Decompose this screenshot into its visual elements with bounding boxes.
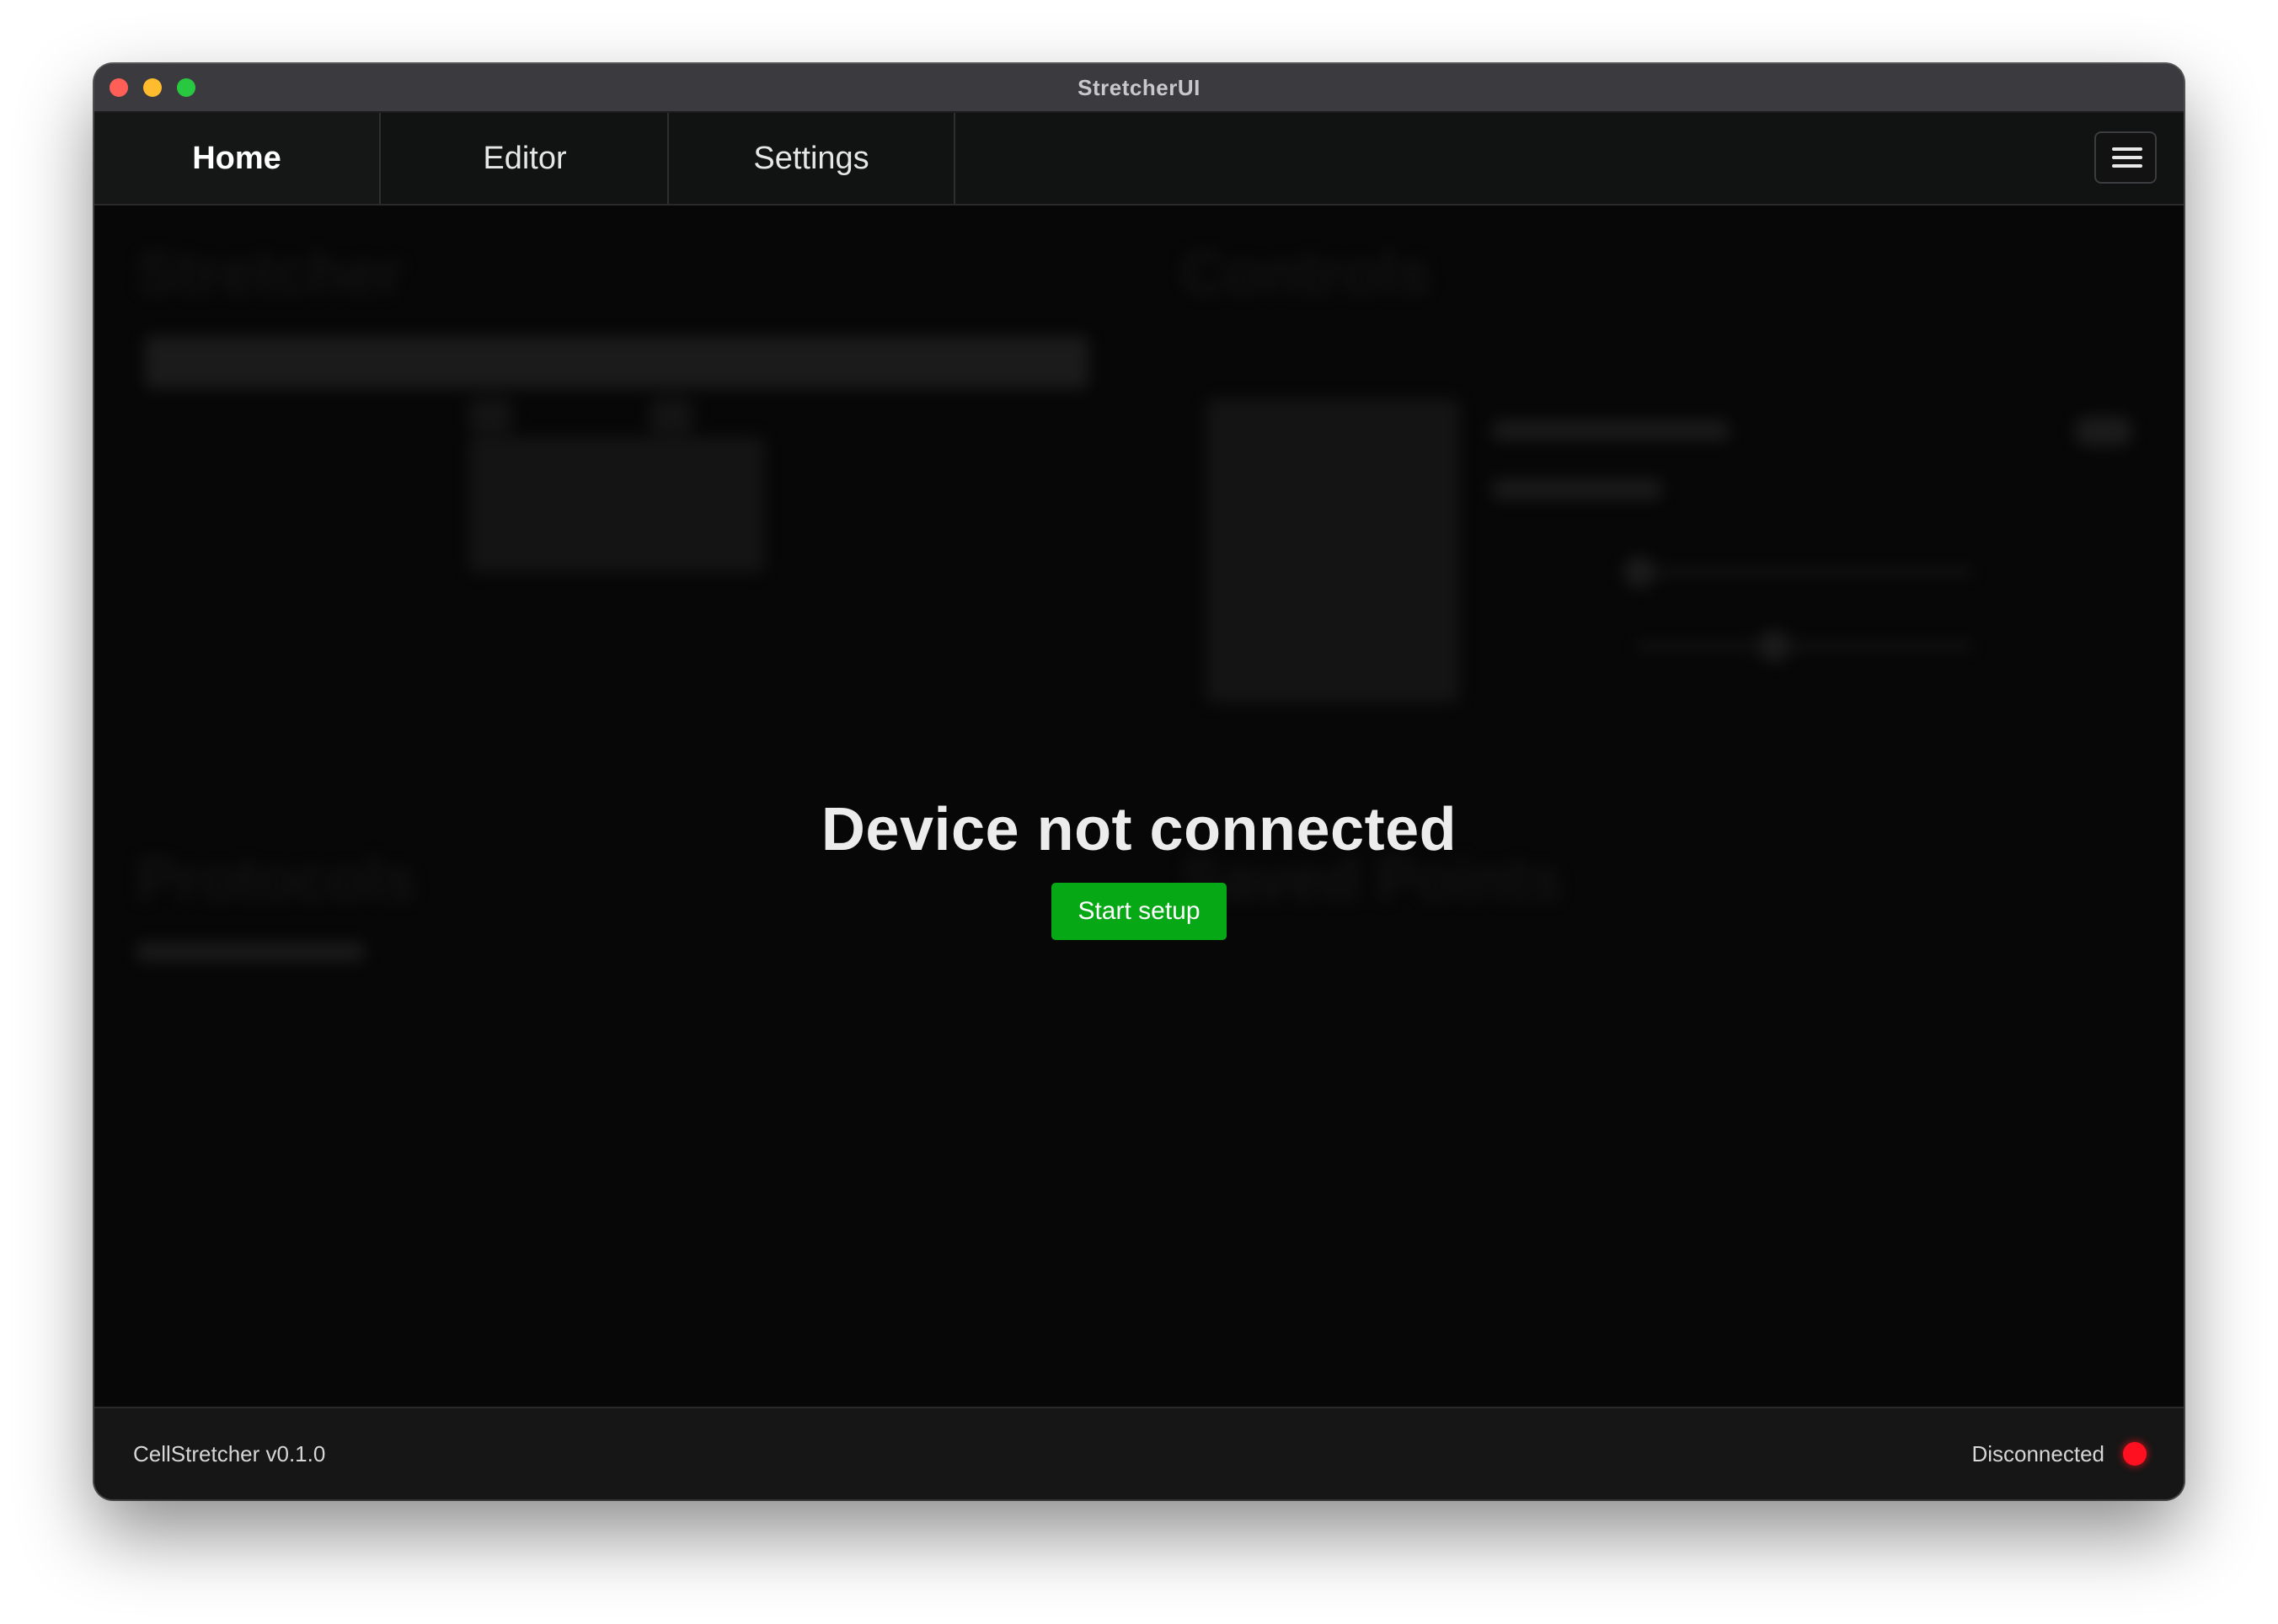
hamburger-menu-icon-line bbox=[2112, 156, 2142, 159]
tab-home[interactable]: Home bbox=[94, 113, 381, 204]
status-bar: CellStretcher v0.1.0 Disconnected bbox=[94, 1407, 2184, 1499]
menu-button[interactable] bbox=[2094, 131, 2157, 184]
device-status-message: Device not connected bbox=[821, 796, 1457, 863]
connection-status-dot-icon bbox=[2123, 1442, 2147, 1466]
tab-settings[interactable]: Settings bbox=[669, 113, 955, 204]
app-version: CellStretcher v0.1.0 bbox=[133, 1441, 326, 1466]
tab-bar: Home Editor Settings bbox=[94, 113, 2184, 206]
window-title: StretcherUI bbox=[1078, 75, 1200, 100]
main-content: Stretcher Controls Protocols Saved Point… bbox=[94, 206, 2184, 1407]
hamburger-menu-icon-line bbox=[2112, 164, 2142, 168]
device-overlay: Device not connected Start setup bbox=[94, 206, 2184, 1407]
title-bar[interactable]: StretcherUI bbox=[94, 64, 2184, 113]
app-window: StretcherUI Home Editor Settings Stretch… bbox=[94, 64, 2184, 1499]
connection-status-label: Disconnected bbox=[1971, 1441, 2104, 1466]
tab-editor[interactable]: Editor bbox=[382, 113, 669, 204]
hamburger-menu-icon bbox=[2112, 147, 2142, 151]
start-setup-button[interactable]: Start setup bbox=[1051, 883, 1227, 940]
